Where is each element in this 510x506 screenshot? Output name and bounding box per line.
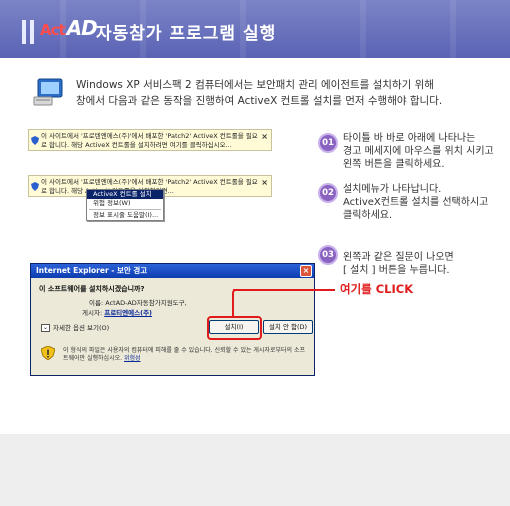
publisher-label: 게시자: xyxy=(82,309,103,317)
dont-install-button[interactable]: 설치 안 함(D) xyxy=(263,320,313,334)
install-button-highlight xyxy=(207,316,262,340)
menu-separator xyxy=(89,209,161,210)
computer-icon xyxy=(33,78,63,106)
callout-connector xyxy=(232,289,236,317)
step-line: ActiveX컨트롤 설치를 선택하시고 xyxy=(343,197,489,208)
publisher-row: 게시자: 프로티엔에스(주) xyxy=(82,307,152,317)
step-description: 설치메뉴가 나타납니다. ActiveX컨트롤 설치를 선택하시고 클릭하세요. xyxy=(343,183,488,222)
footer-area xyxy=(0,434,510,506)
step-number-badge: 02 xyxy=(318,183,338,203)
intro-line: 창에서 다음과 같은 동작을 진행하여 ActiveX 컨트롤 설치를 먼저 수… xyxy=(76,95,443,107)
callout-connector xyxy=(233,289,335,291)
step-line: 클릭하세요. xyxy=(343,210,393,221)
logo-text: AD xyxy=(66,16,98,40)
infobar-message[interactable]: 이 사이트에서 '프로텐엔에스(주)'에서 배포한 'Patch2' Activ… xyxy=(41,132,258,149)
menu-item-help[interactable]: 정보 표시줄 도움말(I)... xyxy=(87,211,163,220)
header-stripe xyxy=(450,0,456,58)
name-row: 이름: ActAD-AD자동참가지원도구, xyxy=(89,297,187,307)
dialog-title: Internet Explorer - 보안 경고 xyxy=(36,266,148,275)
infobar-context-menu: ActiveX 컨트롤 설치(C)... 위험 정보(W) 정보 표시줄 도움말… xyxy=(86,189,164,221)
intro-text: Windows XP 서비스팩 2 컴퓨터에서는 보안패치 관리 에이전트를 설… xyxy=(76,77,496,109)
step-description: 타이틀 바 바로 아래에 나타나는 경고 메세지에 마우스를 위치 시키고 왼쪽… xyxy=(343,132,494,171)
step-line: [ 설치 ] 버튼을 누릅니다. xyxy=(343,265,450,276)
header-accent-bar xyxy=(30,20,34,44)
publisher-link[interactable]: 프로티엔에스(주) xyxy=(104,309,152,317)
close-icon[interactable]: × xyxy=(261,178,268,187)
step-number-badge: 01 xyxy=(318,133,338,153)
actad-logo: Act AD xyxy=(40,16,98,40)
step-line: 왼쪽 버튼을 클릭하세요. xyxy=(343,159,445,170)
name-value: ActAD-AD자동참가지원도구, xyxy=(105,299,187,307)
ie-information-bar[interactable]: 이 사이트에서 '프로텐엔에스(주)'에서 배포한 'Patch2' Activ… xyxy=(28,129,272,151)
intro-line: Windows XP 서비스팩 2 컴퓨터에서는 보안패치 관리 에이전트를 설… xyxy=(76,79,434,91)
menu-item-install-activex[interactable]: ActiveX 컨트롤 설치(C)... xyxy=(87,190,163,207)
page-header: Act AD 자동참가 프로그램 실행 xyxy=(0,0,510,58)
shield-icon xyxy=(31,136,39,145)
step-line: 타이틀 바 바로 아래에 나타나는 xyxy=(343,133,476,144)
close-icon[interactable]: × xyxy=(261,132,268,141)
step-line: 왼쪽과 같은 질문이 나오면 xyxy=(343,252,454,263)
step-number-badge: 03 xyxy=(318,245,338,265)
page-title: 자동참가 프로그램 실행 xyxy=(96,24,277,44)
step-line: 설치메뉴가 나타납니다. xyxy=(343,184,442,195)
warning-message: 이 형식의 파일은 사용자의 컴퓨터에 피해를 줄 수 있습니다. 신뢰할 수 … xyxy=(63,347,305,362)
more-options-label[interactable]: 자세한 옵션 보기(O) xyxy=(53,324,109,332)
click-here-label: 여기를 CLICK xyxy=(340,282,414,296)
header-stripe xyxy=(360,0,366,58)
close-icon[interactable]: × xyxy=(300,265,312,277)
header-accent-bar xyxy=(22,20,26,44)
dialog-titlebar[interactable]: Internet Explorer - 보안 경고 × xyxy=(31,264,314,278)
security-warning-dialog: Internet Explorer - 보안 경고 × 이 소프트웨어를 설치하… xyxy=(30,263,315,376)
name-label: 이름: xyxy=(89,299,104,307)
more-options-toggle[interactable]: ⌄ 자세한 옵션 보기(O) xyxy=(41,322,109,332)
step-line: 경고 메세지에 마우스를 위치 시키고 xyxy=(343,146,494,157)
shield-warning-icon xyxy=(41,346,55,360)
dialog-warning-text: 이 형식의 파일은 사용자의 컴퓨터에 피해를 줄 수 있습니다. 신뢰할 수 … xyxy=(63,347,308,363)
step-description: 왼쪽과 같은 질문이 나오면 [ 설치 ] 버튼을 누릅니다. xyxy=(343,251,454,277)
menu-item-risk-info[interactable]: 위험 정보(W) xyxy=(87,199,163,208)
risk-link[interactable]: 위험성 xyxy=(124,355,141,362)
logo-prefix: Act xyxy=(40,21,66,39)
shield-icon xyxy=(31,182,39,191)
chevron-down-icon[interactable]: ⌄ xyxy=(41,324,50,332)
dialog-question: 이 소프트웨어를 설치하시겠습니까? xyxy=(39,285,145,293)
